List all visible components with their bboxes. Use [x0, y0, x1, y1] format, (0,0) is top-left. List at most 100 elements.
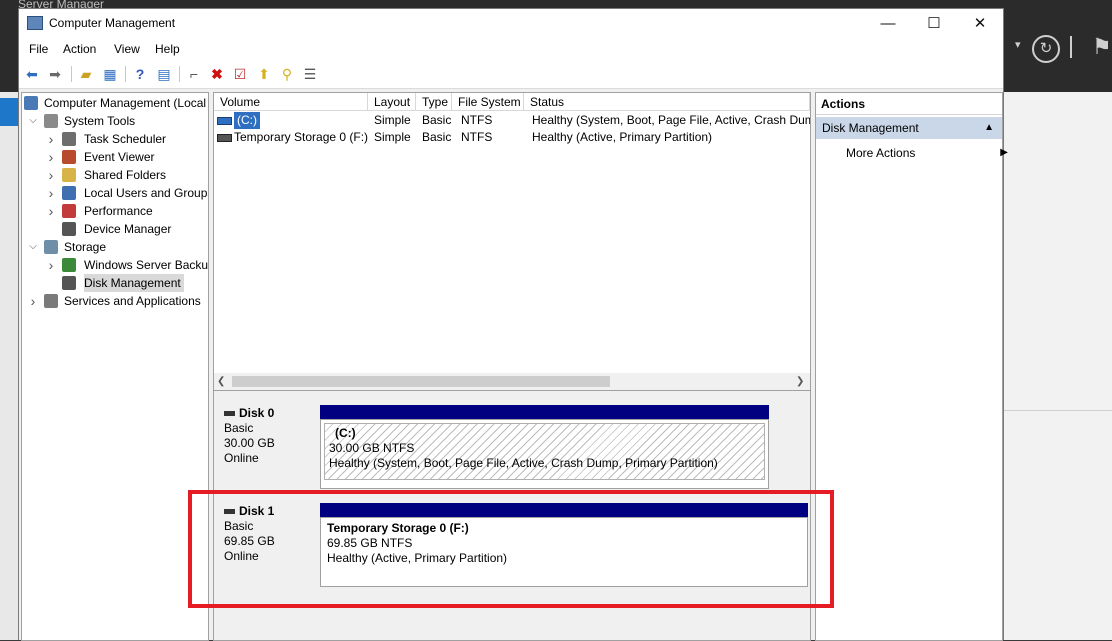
collapse-arrow-icon[interactable]: ▲: [984, 117, 994, 139]
server-manager-selected-nav[interactable]: [0, 98, 20, 126]
tree-item[interactable]: › Performance: [22, 202, 208, 220]
performance-icon: [62, 204, 76, 218]
computer-icon: [24, 96, 38, 110]
dropdown-arrow-icon[interactable]: ▾: [1015, 38, 1021, 51]
event-viewer-icon: [62, 150, 76, 164]
tree-item[interactable]: › Services and Applications: [22, 292, 208, 310]
refresh-icon[interactable]: ↻: [1032, 35, 1060, 63]
close-button[interactable]: ✕: [957, 9, 1003, 39]
disk-type: Basic: [224, 421, 254, 435]
tree-item-label: Windows Server Backup: [84, 258, 209, 272]
navigation-tree: Computer Management (Local ⌵ System Tools ›…: [21, 92, 209, 641]
column-header-layout[interactable]: Layout: [368, 93, 416, 111]
tree-item-label: Shared Folders: [84, 168, 167, 182]
clock-icon: [62, 132, 76, 146]
volume-layout: Simple: [374, 130, 411, 144]
tree-item[interactable]: Device Manager: [22, 220, 208, 238]
chevron-right-icon[interactable]: ›: [46, 202, 56, 220]
volume-type: Basic: [422, 113, 452, 127]
export-icon[interactable]: ⬆: [255, 65, 273, 83]
more-actions-item[interactable]: More Actions ▶: [846, 143, 1008, 163]
partition-size: 30.00 GB NTFS: [329, 441, 415, 455]
back-icon[interactable]: ⬅: [23, 65, 41, 83]
scroll-right-icon[interactable]: ❯: [796, 373, 804, 390]
tree-item[interactable]: Disk Management: [22, 274, 208, 292]
chevron-down-icon[interactable]: ⌵: [28, 112, 38, 130]
volume-name: Temporary Storage 0 (F:): [234, 130, 369, 144]
menu-view[interactable]: View: [114, 42, 140, 56]
actions-header: Actions: [816, 93, 1002, 115]
partition-c[interactable]: (C:) 30.00 GB NTFS Healthy (System, Boot…: [320, 419, 769, 489]
tree-item[interactable]: › Task Scheduler: [22, 130, 208, 148]
volume-name: (C:): [234, 112, 260, 129]
tree-item[interactable]: ⌵ System Tools: [22, 112, 208, 130]
horizontal-scrollbar[interactable]: ❮ ❯: [214, 373, 810, 390]
menu-file[interactable]: File: [29, 42, 48, 56]
check-icon[interactable]: ☑: [231, 65, 249, 83]
delete-icon[interactable]: ✖: [208, 65, 226, 83]
partition-bar: [320, 405, 769, 419]
tree-item[interactable]: › Event Viewer: [22, 148, 208, 166]
tree-item[interactable]: ⌵ Storage: [22, 238, 208, 256]
tree-item-label: Event Viewer: [84, 150, 155, 164]
menu-action[interactable]: Action: [63, 42, 96, 56]
menu-help[interactable]: Help: [155, 42, 180, 56]
help-icon[interactable]: ?: [131, 65, 149, 83]
chevron-down-icon[interactable]: ⌵: [28, 238, 38, 256]
backup-icon: [62, 258, 76, 272]
disk-0-label[interactable]: Disk 0 Basic 30.00 GB Online: [218, 402, 314, 492]
services-icon: [44, 294, 58, 308]
disk-icon: [224, 411, 235, 417]
tree-item[interactable]: › Windows Server Backup: [22, 256, 208, 274]
properties-icon[interactable]: ▤: [155, 65, 173, 83]
column-header-volume[interactable]: Volume: [214, 93, 368, 111]
scrollbar-thumb[interactable]: [232, 376, 610, 387]
volume-layout: Simple: [374, 113, 411, 127]
connect-icon[interactable]: ⌐: [185, 65, 203, 83]
toolbar: ⬅ ➡ ▰ ▦ ? ▤ ⌐ ✖ ☑ ⬆ ⚲ ☰: [19, 61, 1003, 89]
column-header-status[interactable]: Status: [524, 93, 810, 111]
chevron-right-icon[interactable]: ›: [46, 148, 56, 166]
chevron-right-icon[interactable]: ›: [46, 166, 56, 184]
minimize-button[interactable]: —: [865, 9, 911, 39]
search-icon[interactable]: ⚲: [278, 65, 296, 83]
device-manager-icon: [62, 222, 76, 236]
highlight-box: [188, 490, 834, 608]
menu-bar: File Action View Help: [19, 39, 1003, 61]
partition-title: (C:): [335, 426, 356, 440]
tree-item-label: Device Manager: [84, 222, 172, 236]
column-header-file-system[interactable]: File System: [452, 93, 524, 111]
forward-icon[interactable]: ➡: [46, 65, 64, 83]
submenu-arrow-icon: ▶: [1000, 147, 1008, 158]
tree-item[interactable]: Computer Management (Local: [22, 94, 208, 112]
actions-section-disk-management[interactable]: Disk Management ▲: [816, 117, 1002, 139]
tree-item-label: System Tools: [64, 114, 136, 128]
column-header-type[interactable]: Type: [416, 93, 452, 111]
actions-section-label: Disk Management: [822, 121, 919, 135]
chevron-right-icon[interactable]: ›: [28, 292, 38, 310]
volume-status: Healthy (Active, Primary Partition): [532, 130, 713, 144]
toolbar-separator: [125, 66, 126, 82]
storage-icon: [44, 240, 58, 254]
tree-item-label: Services and Applications: [64, 294, 201, 308]
volume-icon: [217, 134, 232, 142]
list-icon[interactable]: ☰: [301, 65, 319, 83]
chevron-right-icon[interactable]: ›: [46, 184, 56, 202]
maximize-button[interactable]: ☐: [911, 9, 957, 39]
tree-item-label: Storage: [64, 240, 107, 254]
actions-pane: Actions Disk Management ▲ More Actions ▶: [815, 92, 1008, 641]
disk-state: Online: [224, 451, 259, 465]
scroll-left-icon[interactable]: ❮: [217, 373, 225, 390]
chevron-right-icon[interactable]: ›: [46, 256, 56, 274]
pane-splitter[interactable]: [214, 390, 810, 398]
notifications-flag-icon[interactable]: ⚑: [1092, 34, 1112, 60]
volume-row[interactable]: Temporary Storage 0 (F:) Simple Basic NT…: [214, 129, 810, 146]
chevron-right-icon[interactable]: ›: [46, 130, 56, 148]
tree-item[interactable]: › Local Users and Groups: [22, 184, 208, 202]
shared-folder-icon: [62, 168, 76, 182]
volume-icon: [217, 117, 232, 125]
up-folder-icon[interactable]: ▰: [77, 65, 95, 83]
volume-row[interactable]: (C:) Simple Basic NTFS Healthy (System, …: [214, 112, 810, 129]
show-hide-tree-icon[interactable]: ▦: [101, 65, 119, 83]
tree-item[interactable]: › Shared Folders: [22, 166, 208, 184]
